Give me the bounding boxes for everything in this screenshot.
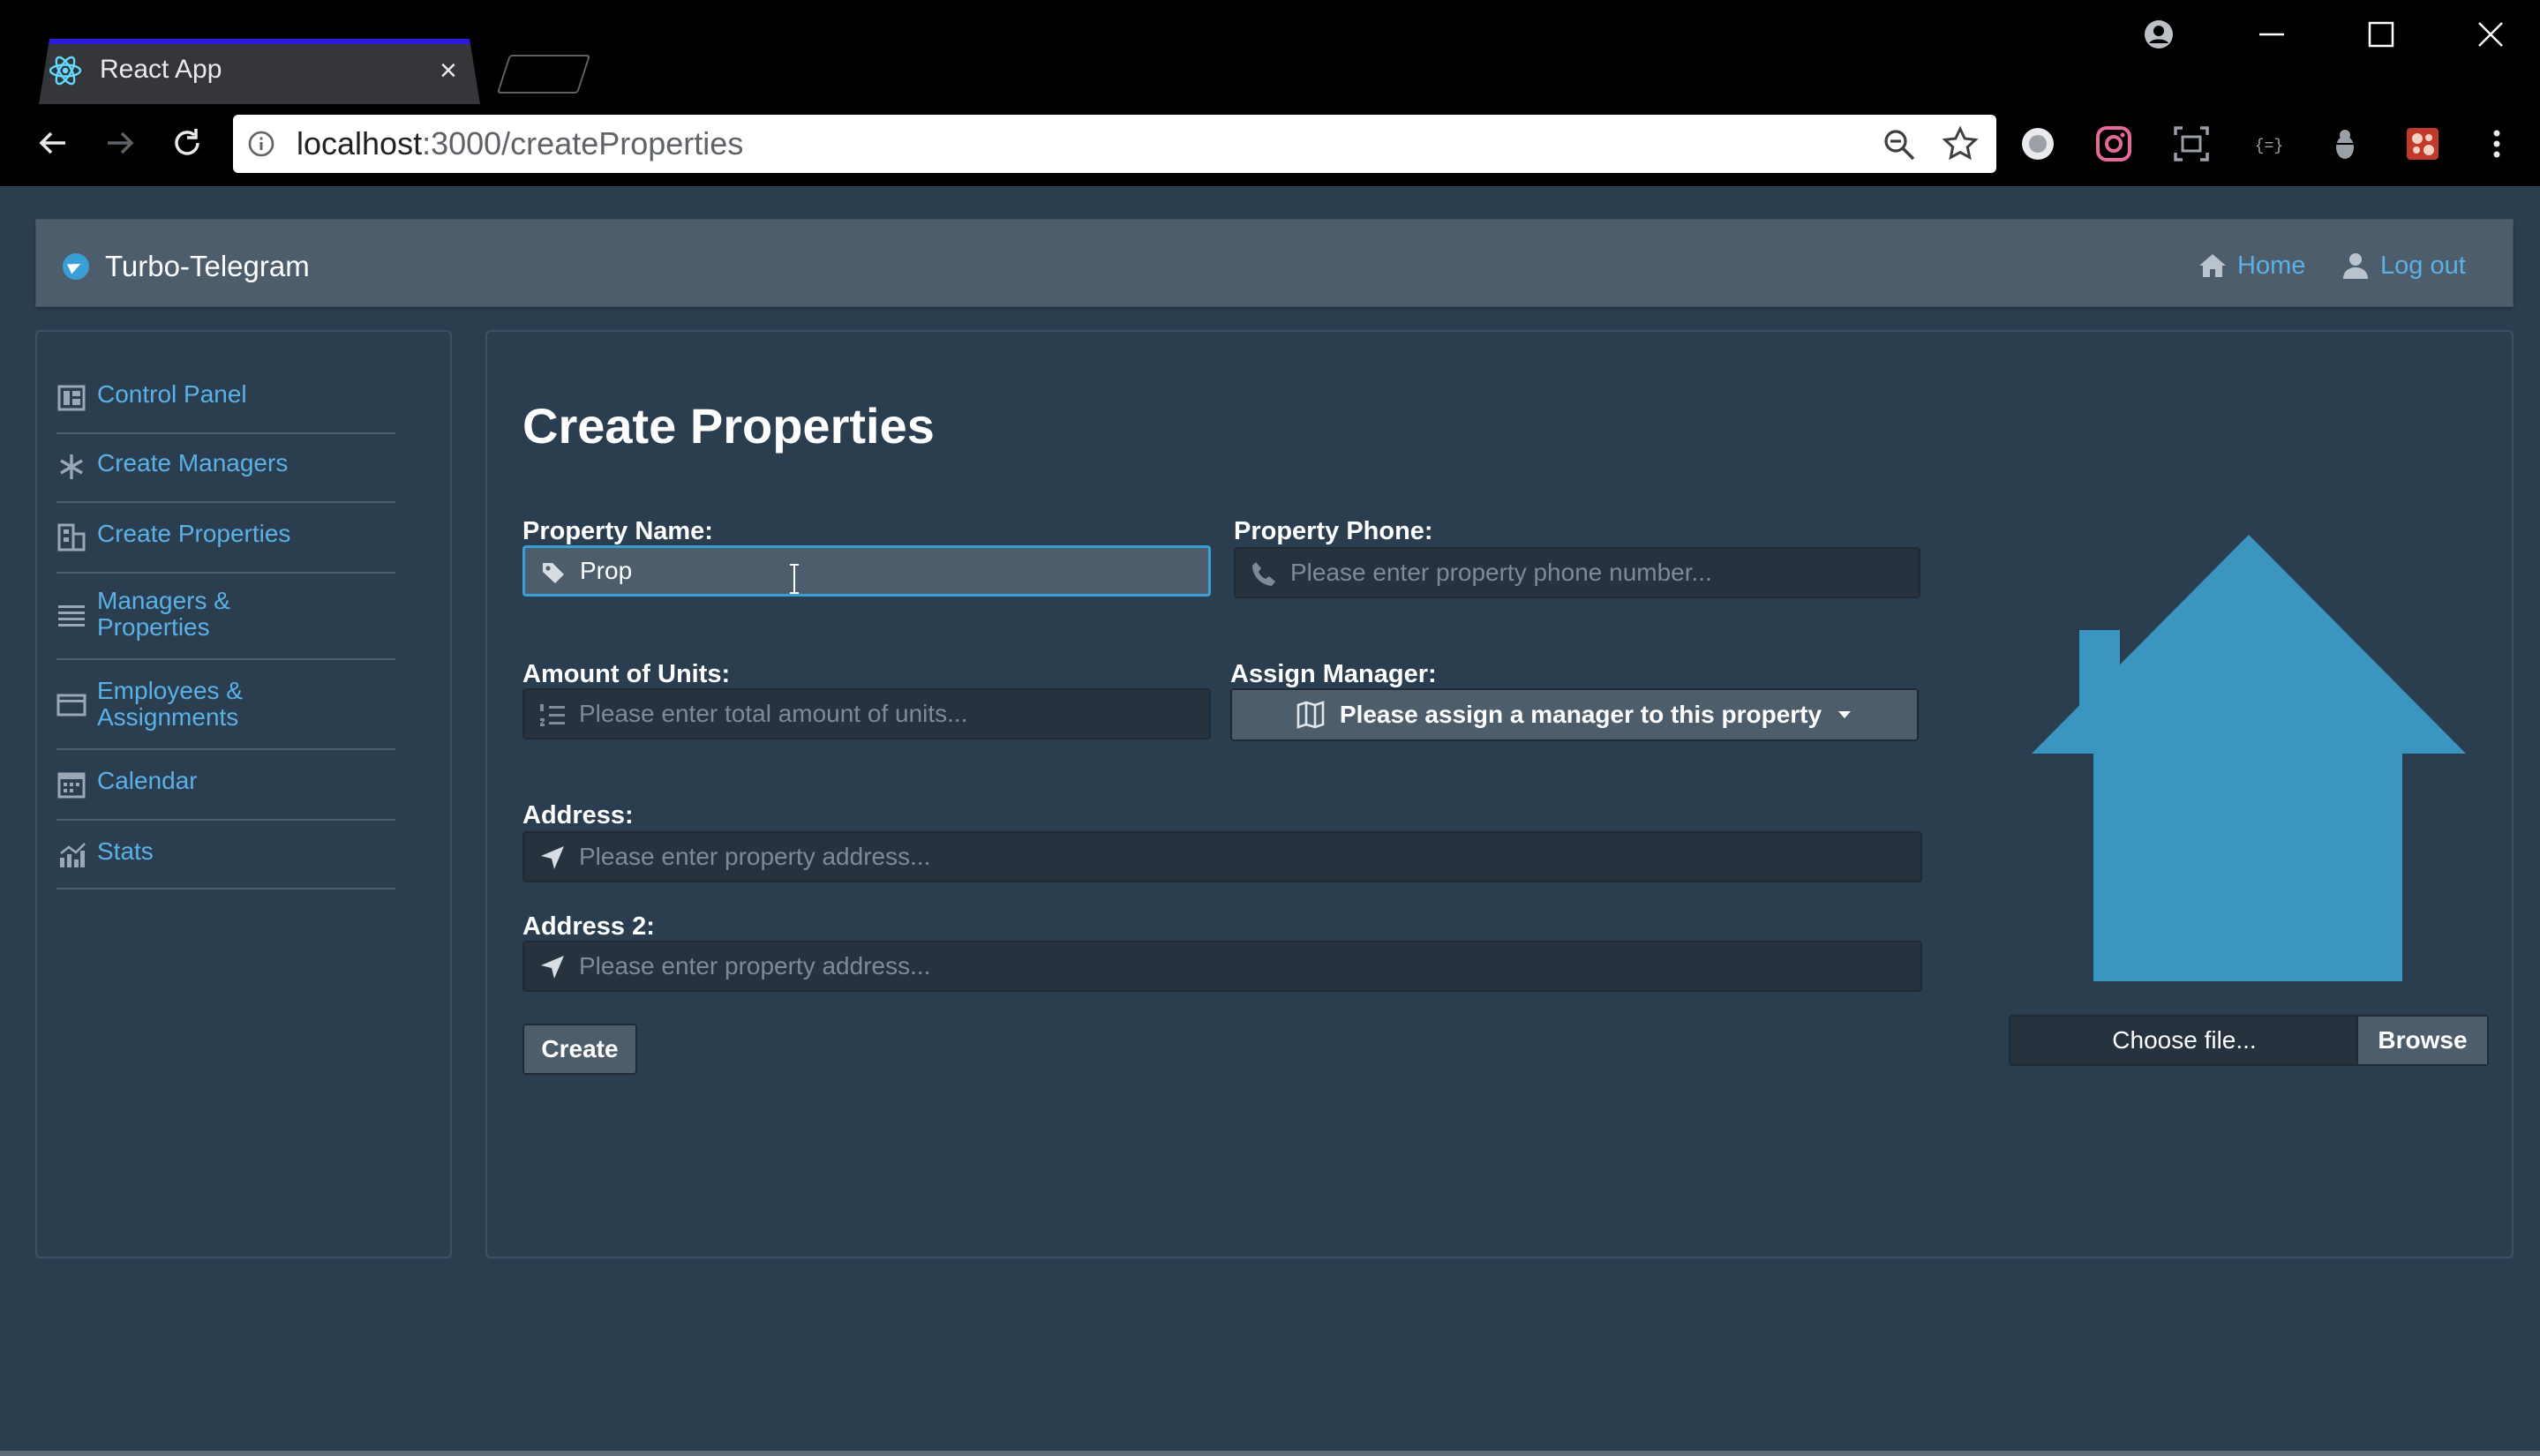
dashboard-icon xyxy=(57,385,86,411)
window-bottom-border xyxy=(0,1451,2540,1456)
zoom-icon[interactable] xyxy=(1882,127,1917,162)
home-link[interactable]: Home xyxy=(2197,250,2305,281)
sidebar-item-label: Create Properties xyxy=(97,520,291,547)
address-bar[interactable]: localhost:3000/createProperties xyxy=(233,115,1996,173)
sidebar-item-calendar[interactable]: Calendar xyxy=(56,768,395,821)
sidebar-item-label: Control Panel xyxy=(97,380,247,408)
puzzle-extension-icon[interactable] xyxy=(2401,122,2445,166)
maximize-icon[interactable] xyxy=(2355,12,2408,56)
logout-link[interactable]: Log out xyxy=(2340,250,2466,281)
file-name-display[interactable]: Choose file... xyxy=(2010,1017,2358,1064)
sidebar-item-employees-assignments[interactable]: Employees & Assignments xyxy=(56,678,395,750)
caret-down-icon xyxy=(1838,711,1852,718)
file-upload[interactable]: Choose file... Browse xyxy=(2009,1015,2489,1066)
text-cursor-icon xyxy=(790,564,799,594)
house-icon xyxy=(2032,535,2466,981)
building-icon xyxy=(57,523,86,552)
browser-menu-icon[interactable] xyxy=(2475,122,2519,166)
numbered-list-icon xyxy=(540,704,565,726)
address2-input[interactable] xyxy=(579,942,1905,990)
close-window-icon[interactable] xyxy=(2464,12,2517,56)
url-host: localhost xyxy=(297,125,423,161)
units-input[interactable] xyxy=(579,690,1193,738)
assign-manager-label: Assign Manager: xyxy=(1230,660,1437,688)
assign-manager-value: Please assign a manager to this property xyxy=(1339,701,1822,728)
property-name-field[interactable] xyxy=(522,545,1211,597)
sidebar-item-label: Employees & Assignments xyxy=(97,677,243,731)
calendar-icon xyxy=(57,772,86,799)
svg-text:{=}: {=} xyxy=(2255,138,2283,155)
back-icon[interactable] xyxy=(30,120,76,166)
asterisk-icon xyxy=(60,454,83,479)
sidebar-item-create-managers[interactable]: Create Managers xyxy=(56,450,395,503)
info-icon[interactable] xyxy=(247,130,275,158)
sidebar-item-stats[interactable]: Stats xyxy=(56,838,395,889)
url-text[interactable]: localhost:3000/createProperties xyxy=(297,125,743,162)
sidebar-item-create-properties[interactable]: Create Properties xyxy=(56,521,395,574)
property-phone-label: Property Phone: xyxy=(1234,517,1433,545)
property-name-label: Property Name: xyxy=(522,517,713,545)
url-path: :3000/createProperties xyxy=(422,125,744,161)
sidebar-item-label: Stats xyxy=(97,837,154,865)
map-icon xyxy=(1296,701,1325,729)
telegram-icon xyxy=(63,253,89,280)
location-arrow-icon xyxy=(541,956,564,979)
tag-icon xyxy=(543,563,564,583)
json-formatter-icon[interactable]: {=} xyxy=(2247,122,2291,166)
reload-icon[interactable] xyxy=(164,120,210,166)
sidebar-item-label: Calendar xyxy=(97,767,198,794)
browse-button[interactable]: Browse xyxy=(2356,1017,2487,1064)
address2-field[interactable] xyxy=(522,941,1922,992)
units-label: Amount of Units: xyxy=(522,660,731,688)
user-icon xyxy=(2343,253,2368,279)
brand-name[interactable]: Turbo-Telegram xyxy=(105,250,310,283)
logout-label: Log out xyxy=(2380,251,2466,280)
id-card-icon xyxy=(56,694,86,717)
create-button[interactable]: Create xyxy=(522,1024,637,1075)
assign-manager-select[interactable]: Please assign a manager to this property xyxy=(1230,688,1919,741)
property-phone-input[interactable] xyxy=(1290,549,1903,597)
property-phone-field[interactable] xyxy=(1234,547,1920,598)
property-name-input[interactable] xyxy=(580,548,1192,594)
address2-label: Address 2: xyxy=(522,912,655,941)
sidebar-item-label: Managers & Properties xyxy=(97,587,230,641)
bookmark-star-icon[interactable] xyxy=(1942,125,1979,162)
react-icon xyxy=(49,56,82,86)
forward-icon[interactable] xyxy=(97,120,143,166)
home-label: Home xyxy=(2237,251,2306,280)
tab-close-icon[interactable]: × xyxy=(440,53,457,88)
bug-icon[interactable] xyxy=(2323,122,2367,166)
extension-circle-icon[interactable] xyxy=(2016,122,2060,166)
app-navbar: Turbo-Telegram Home Log out xyxy=(35,219,2514,307)
page-title: Create Properties xyxy=(522,398,935,454)
home-icon xyxy=(2199,254,2226,277)
screenshot-icon[interactable] xyxy=(2169,122,2213,166)
list-icon xyxy=(58,605,85,627)
minimize-icon[interactable] xyxy=(2245,12,2298,56)
address-field[interactable] xyxy=(522,831,1922,882)
phone-icon xyxy=(1252,562,1275,586)
address-input[interactable] xyxy=(579,833,1905,881)
units-field[interactable] xyxy=(522,688,1211,739)
address-label: Address: xyxy=(522,801,634,829)
instagram-icon[interactable] xyxy=(2092,122,2136,166)
sidebar-item-label: Create Managers xyxy=(97,449,289,477)
sidebar-item-control-panel[interactable]: Control Panel xyxy=(56,381,395,434)
profile-icon[interactable] xyxy=(2132,12,2185,56)
tab-title: React App xyxy=(100,55,222,84)
new-tab-button[interactable] xyxy=(496,55,591,94)
sidebar-item-managers-properties[interactable]: Managers & Properties xyxy=(56,588,395,660)
location-arrow-icon xyxy=(541,846,564,869)
chart-icon xyxy=(60,843,86,867)
